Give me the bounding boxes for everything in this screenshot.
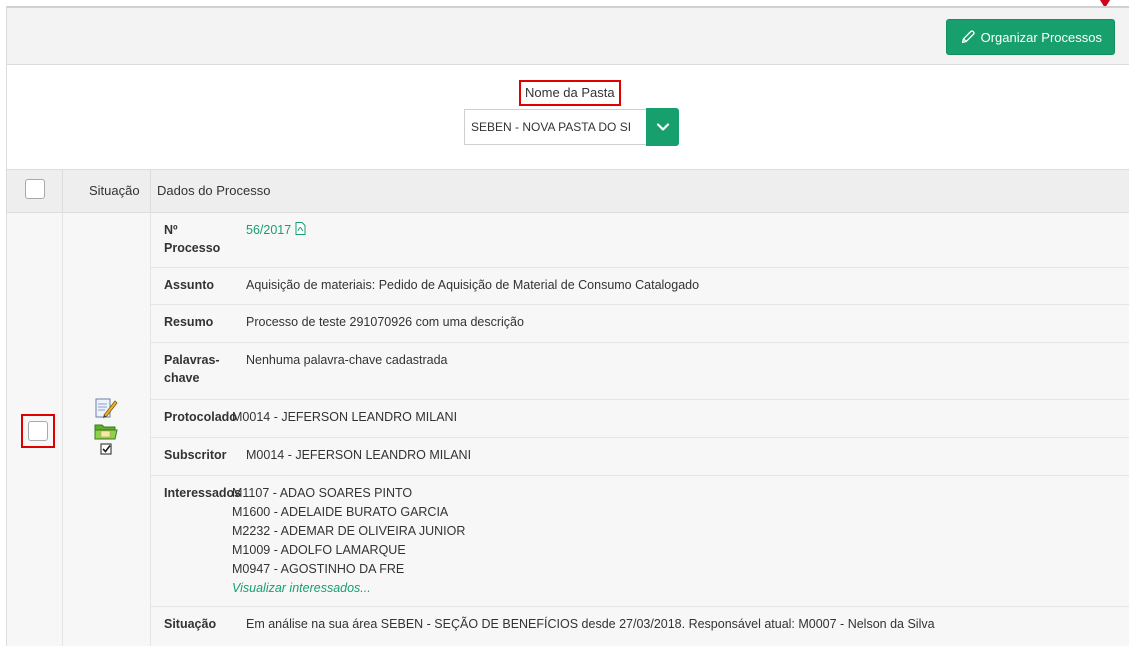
palavras-label-line1: Palavras- bbox=[164, 353, 220, 367]
interessados-value: M1107 - ADAO SOARES PINTO M1600 - ADELAI… bbox=[232, 476, 1129, 606]
interessado-item: M2232 - ADEMAR DE OLIVEIRA JUNIOR bbox=[232, 524, 466, 538]
situacao-value: Em análise na sua área SEBEN - SEÇÃO DE … bbox=[246, 617, 935, 631]
numero-value: 56/2017 bbox=[232, 213, 1129, 267]
table-row: Nº Processo 56/2017 Assunto Aquisição de… bbox=[6, 213, 1129, 646]
organize-processes-label: Organizar Processos bbox=[980, 29, 1102, 45]
detail-row-palavras: Palavras- chave Nenhuma palavra-chave ca… bbox=[151, 343, 1129, 400]
situacao-label: Situação bbox=[164, 617, 217, 631]
header-divider bbox=[150, 170, 151, 214]
folder-select-value[interactable]: SEBEN - NOVA PASTA DO SI bbox=[464, 109, 646, 145]
numero-label: Nº Processo bbox=[151, 213, 232, 267]
interessado-item: M1107 - ADAO SOARES PINTO bbox=[232, 486, 413, 500]
header-situacao: Situação bbox=[89, 183, 140, 198]
subscritor-label: Subscritor bbox=[164, 448, 227, 462]
detail-row-resumo: Resumo Processo de teste 291070926 com u… bbox=[151, 305, 1129, 343]
edit-document-icon[interactable] bbox=[93, 396, 119, 420]
toolbar: Organizar Processos bbox=[6, 6, 1129, 65]
protocolado-label: Protocolado bbox=[164, 410, 237, 424]
row-checkbox[interactable] bbox=[28, 421, 48, 441]
folder-select[interactable]: SEBEN - NOVA PASTA DO SI bbox=[464, 108, 679, 147]
detail-row-situacao: Situação Em análise na sua área SEBEN - … bbox=[151, 607, 1129, 646]
interessado-item: M0947 - AGOSTINHO DA FRE bbox=[232, 562, 405, 576]
interessado-item: M1009 - ADOLFO LAMARQUE bbox=[232, 543, 406, 557]
organize-processes-button[interactable]: Organizar Processos bbox=[945, 19, 1115, 55]
palavras-label: Palavras- chave bbox=[151, 343, 232, 399]
header-dados-processo: Dados do Processo bbox=[157, 183, 271, 198]
row-checkbox-highlight bbox=[21, 414, 55, 448]
folder-icon[interactable] bbox=[93, 420, 119, 442]
folder-name-label: Nome da Pasta bbox=[519, 80, 621, 106]
process-number-link[interactable]: 56/2017 bbox=[246, 223, 291, 237]
numero-label-line2: Processo bbox=[164, 241, 221, 255]
detail-row-subscritor: Subscritor M0014 - JEFERSON LEANDRO MILA… bbox=[151, 438, 1129, 476]
palavras-value: Nenhuma palavra-chave cadastrada bbox=[246, 353, 448, 367]
select-all-checkbox[interactable] bbox=[25, 179, 45, 199]
detail-row-numero: Nº Processo 56/2017 bbox=[151, 213, 1129, 268]
resumo-label: Resumo bbox=[164, 315, 214, 329]
folder-selector-area: Nome da Pasta SEBEN - NOVA PASTA DO SI bbox=[6, 65, 1129, 169]
row-divider bbox=[62, 213, 63, 646]
subscritor-value: M0014 - JEFERSON LEANDRO MILANI bbox=[246, 448, 472, 462]
view-interessados-link[interactable]: Visualizar interessados... bbox=[232, 579, 1129, 598]
assunto-label: Assunto bbox=[164, 278, 214, 292]
detail-row-interessados: Interessados M1107 - ADAO SOARES PINTO M… bbox=[151, 476, 1129, 607]
interessado-item: M1600 - ADELAIDE BURATO GARCIA bbox=[232, 505, 449, 519]
detail-row-protocolado: Protocolado M0014 - JEFERSON LEANDRO MIL… bbox=[151, 400, 1129, 438]
checked-box-icon bbox=[100, 443, 112, 455]
pencil-icon bbox=[961, 30, 975, 44]
status-icons bbox=[93, 396, 123, 456]
numero-label-line1: Nº bbox=[164, 223, 178, 237]
process-details: Nº Processo 56/2017 Assunto Aquisição de… bbox=[151, 213, 1129, 646]
chevron-down-icon bbox=[656, 123, 669, 131]
table-header: Situação Dados do Processo bbox=[6, 169, 1129, 214]
protocolado-value: M0014 - JEFERSON LEANDRO MILANI bbox=[232, 410, 458, 424]
pdf-icon[interactable] bbox=[295, 222, 306, 235]
resumo-value: Processo de teste 291070926 com uma desc… bbox=[246, 315, 524, 329]
interessados-label: Interessados bbox=[164, 486, 242, 500]
folder-dropdown-button[interactable] bbox=[646, 108, 679, 146]
detail-row-assunto: Assunto Aquisição de materiais: Pedido d… bbox=[151, 268, 1129, 305]
assunto-value: Aquisição de materiais: Pedido de Aquisi… bbox=[246, 278, 700, 292]
palavras-label-line2: chave bbox=[164, 371, 200, 385]
header-divider bbox=[62, 170, 63, 214]
